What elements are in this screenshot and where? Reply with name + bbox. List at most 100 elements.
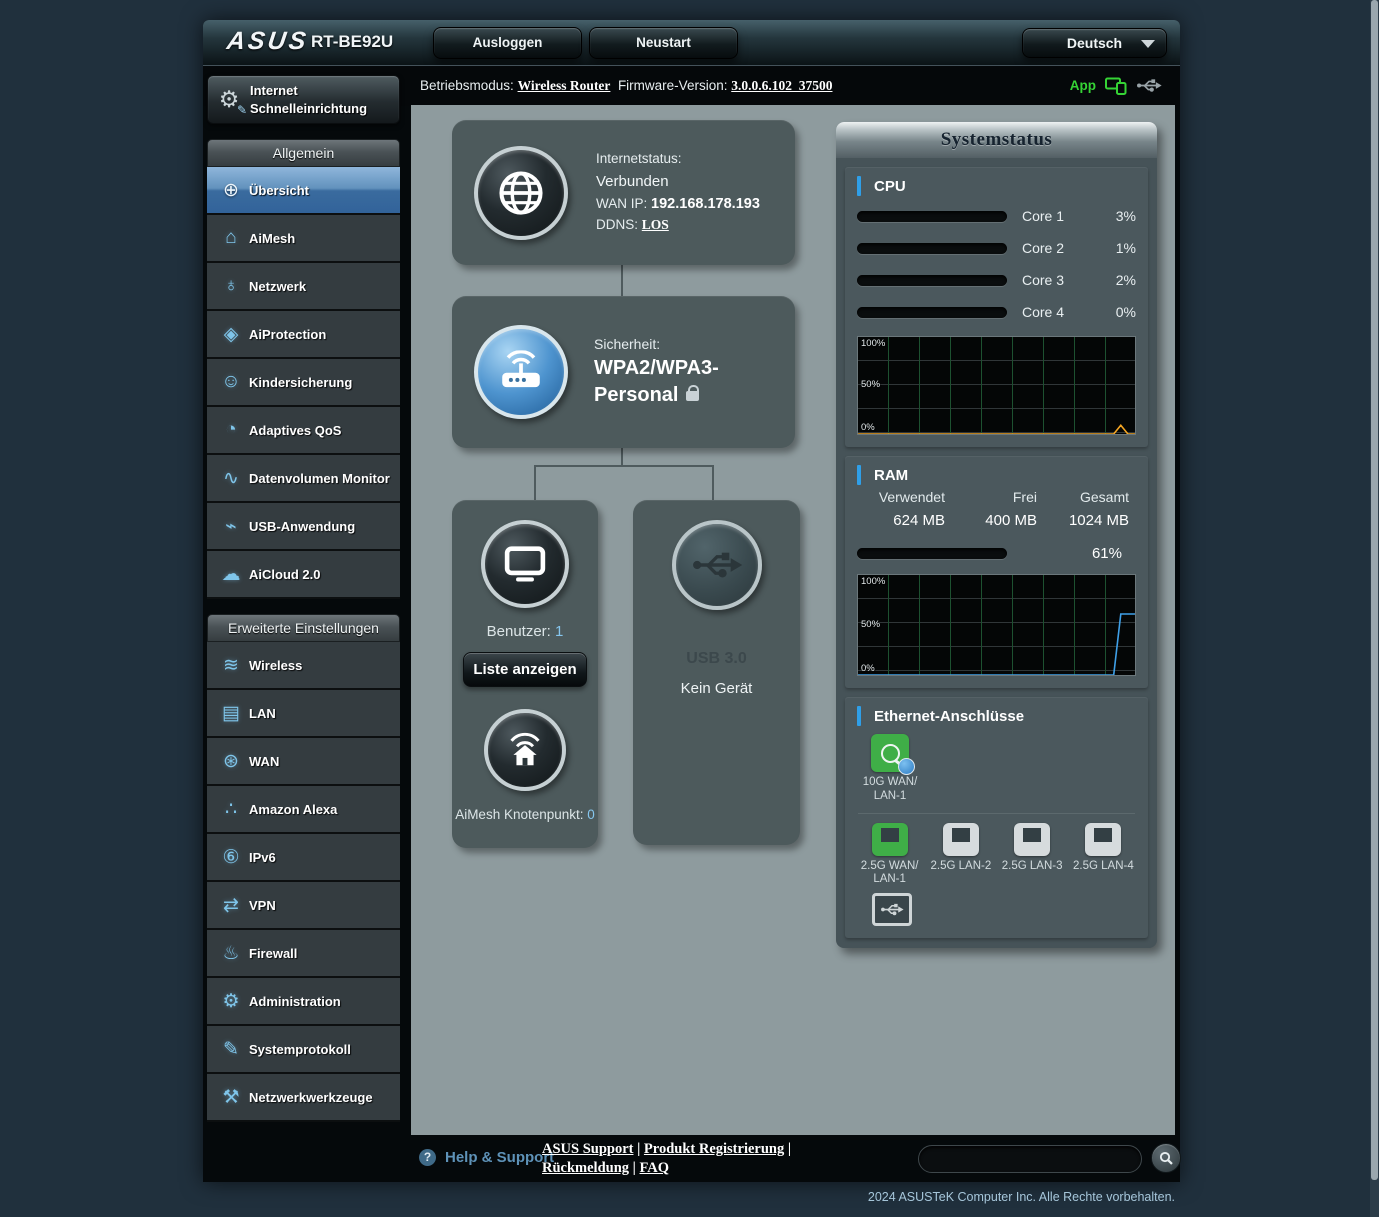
question-icon: ? bbox=[419, 1149, 436, 1166]
sidebar-item-firewall[interactable]: ♨ Firewall bbox=[207, 930, 400, 978]
sidebar-item-datenvolumen-monitor[interactable]: ∿ Datenvolumen Monitor bbox=[207, 455, 400, 503]
section-header-advanced: Erweiterte Einstellungen bbox=[207, 614, 400, 642]
section-header-general: Allgemein bbox=[207, 139, 400, 167]
cloud-icon: ☁ bbox=[213, 563, 249, 586]
ram-accent-bar bbox=[857, 465, 861, 485]
system-status-title: Systemstatus bbox=[836, 122, 1157, 158]
aimesh-node-count: 0 bbox=[587, 807, 595, 822]
port-25g-lan3[interactable]: 2.5G LAN-3 bbox=[1000, 823, 1065, 874]
ddns-value-link[interactable]: LOS bbox=[642, 217, 669, 232]
internet-status-value: Verbunden bbox=[596, 173, 669, 190]
app-devices-icon[interactable] bbox=[1105, 77, 1127, 95]
rj45-port-icon bbox=[943, 823, 979, 856]
footer: ? Help & Support ASUS Support | Produkt … bbox=[411, 1135, 1175, 1182]
search-button[interactable] bbox=[1151, 1143, 1181, 1173]
port-25g-wan-lan1[interactable]: 2.5G WAN/ LAN-1 bbox=[857, 823, 922, 888]
security-card[interactable]: Sicherheit: WPA2/WPA3-Personal bbox=[452, 296, 795, 448]
sidebar-item-netzwerk[interactable]: ♁ Netzwerk bbox=[207, 263, 400, 311]
ram-title: RAM bbox=[874, 467, 908, 484]
sidebar: ⚙✎ Internet Schnelleinrichtung Allgemein… bbox=[207, 75, 400, 1122]
ram-total-value: 1024 MB bbox=[1037, 512, 1129, 529]
ram-used-value: 624 MB bbox=[857, 512, 945, 529]
wan-globe-icon: ⊛ bbox=[213, 750, 249, 773]
aimesh-node-label: AiMesh Knotenpunkt: bbox=[455, 807, 583, 822]
language-dropdown[interactable]: Deutsch bbox=[1022, 28, 1167, 58]
security-value: WPA2/WPA3-Personal bbox=[594, 357, 719, 406]
sidebar-item-uebersicht[interactable]: ⊕ Übersicht bbox=[207, 167, 400, 215]
cpu-section: CPU Core 1 3% Core 2 1% Core 3 2% bbox=[845, 167, 1148, 447]
sidebar-item-wireless[interactable]: ≋ Wireless bbox=[207, 642, 400, 690]
sidebar-item-kindersicherung[interactable]: ☺ Kindersicherung bbox=[207, 359, 400, 407]
gauge-icon: ◔ bbox=[213, 419, 249, 441]
port-25g-lan2[interactable]: 2.5G LAN-2 bbox=[928, 823, 993, 874]
sidebar-item-aimesh[interactable]: ⌂ AiMesh bbox=[207, 215, 400, 263]
ethernet-title: Ethernet-Anschlüsse bbox=[874, 708, 1024, 725]
map-connector bbox=[621, 265, 623, 297]
usb-card[interactable]: USB 3.0 Kein Gerät bbox=[633, 500, 800, 845]
help-support-link[interactable]: ? Help & Support bbox=[419, 1149, 554, 1166]
show-list-button[interactable]: Liste anzeigen bbox=[463, 652, 587, 687]
asus-support-link[interactable]: ASUS Support bbox=[542, 1141, 633, 1157]
firmware-value-link[interactable]: 3.0.0.6.102_37500 bbox=[731, 78, 832, 93]
feedback-link[interactable]: Rückmeldung bbox=[542, 1160, 629, 1176]
main-content: Internetstatus: Verbunden WAN IP: 192.16… bbox=[411, 105, 1175, 1135]
lock-icon bbox=[686, 391, 699, 401]
sidebar-item-aiprotection[interactable]: ◈ AiProtection bbox=[207, 311, 400, 359]
usb-status-icon[interactable] bbox=[1136, 77, 1162, 94]
ram-percent: 61% bbox=[1092, 545, 1122, 562]
sidebar-item-wan[interactable]: ⊛ WAN bbox=[207, 738, 400, 786]
clients-count: 1 bbox=[555, 623, 563, 640]
usb-title: USB 3.0 bbox=[686, 650, 746, 668]
language-value: Deutsch bbox=[1067, 35, 1122, 51]
sidebar-item-lan[interactable]: ▤ LAN bbox=[207, 690, 400, 738]
port-10g-wan[interactable]: 10G WAN/ LAN-1 bbox=[857, 734, 923, 804]
chevron-down-icon bbox=[1141, 40, 1155, 48]
globe-icon bbox=[474, 146, 568, 240]
usb-port-icon[interactable] bbox=[872, 893, 912, 926]
product-registration-link[interactable]: Produkt Registrierung bbox=[644, 1141, 784, 1157]
sidebar-item-aicloud[interactable]: ☁ AiCloud 2.0 bbox=[207, 551, 400, 599]
reboot-button[interactable]: Neustart bbox=[589, 27, 738, 59]
cpu-usage-graph: 100% 50% 0% bbox=[857, 336, 1136, 435]
logout-button[interactable]: Ausloggen bbox=[433, 27, 582, 59]
ethernet-section: Ethernet-Anschlüsse 10G WAN/ LAN-1 bbox=[845, 697, 1148, 938]
page-scrollbar[interactable] bbox=[1370, 0, 1379, 1217]
usb-trident-icon bbox=[672, 520, 762, 610]
lan-port-icon: ▤ bbox=[213, 702, 249, 725]
ethernet-accent-bar bbox=[857, 706, 861, 726]
search-input[interactable] bbox=[929, 1148, 1128, 1170]
sidebar-item-systemprotokoll[interactable]: ✎ Systemprotokoll bbox=[207, 1026, 400, 1074]
sidebar-item-amazon-alexa[interactable]: ∴ Amazon Alexa bbox=[207, 786, 400, 834]
sidebar-item-ipv6[interactable]: ⑥ IPv6 bbox=[207, 834, 400, 882]
sidebar-item-vpn[interactable]: ⇄ VPN bbox=[207, 882, 400, 930]
aimesh-node-icon bbox=[484, 709, 566, 791]
overview-globe-icon: ⊕ bbox=[213, 179, 249, 202]
clients-card[interactable]: Benutzer: 1 Liste anzeigen AiMesh Knoten… bbox=[452, 500, 598, 848]
sidebar-item-administration[interactable]: ⚙ Administration bbox=[207, 978, 400, 1026]
wan-ip-label: WAN IP: bbox=[596, 196, 647, 211]
scrollbar-thumb[interactable] bbox=[1371, 0, 1378, 1180]
map-connector bbox=[712, 466, 714, 500]
sidebar-item-usb-anwendung[interactable]: ⌁ USB-Anwendung bbox=[207, 503, 400, 551]
internet-status-label: Internetstatus: bbox=[596, 151, 682, 166]
setup-pen-icon: ✎ bbox=[237, 103, 247, 117]
port-10g-icon bbox=[871, 734, 909, 772]
rj45-port-icon bbox=[1085, 823, 1121, 856]
sidebar-item-netzwerkwerkzeuge[interactable]: ⚒ Netzwerkwerkzeuge bbox=[207, 1074, 400, 1122]
link-badge-icon bbox=[898, 758, 915, 775]
quick-setup-line2: Schnelleinrichtung bbox=[250, 101, 367, 116]
wan-ip-value: 192.168.178.193 bbox=[651, 196, 760, 212]
mode-value-link[interactable]: Wireless Router bbox=[518, 78, 611, 93]
faq-link[interactable]: FAQ bbox=[639, 1160, 669, 1176]
internet-status-card[interactable]: Internetstatus: Verbunden WAN IP: 192.16… bbox=[452, 120, 795, 265]
network-tools-icon: ⚒ bbox=[213, 1086, 249, 1109]
copyright-text: 2024 ASUSTeK Computer Inc. Alle Rechte v… bbox=[868, 1190, 1175, 1204]
ipv6-badge-icon: ⑥ bbox=[213, 846, 249, 869]
quick-setup-button[interactable]: ⚙✎ Internet Schnelleinrichtung bbox=[207, 75, 400, 124]
ddns-label: DDNS: bbox=[596, 217, 638, 232]
sidebar-item-adaptives-qos[interactable]: ◔ Adaptives QoS bbox=[207, 407, 400, 455]
family-icon: ☺ bbox=[213, 371, 249, 393]
port-25g-lan4[interactable]: 2.5G LAN-4 bbox=[1071, 823, 1136, 874]
alexa-network-icon: ∴ bbox=[213, 798, 249, 821]
router-icon bbox=[474, 325, 568, 419]
